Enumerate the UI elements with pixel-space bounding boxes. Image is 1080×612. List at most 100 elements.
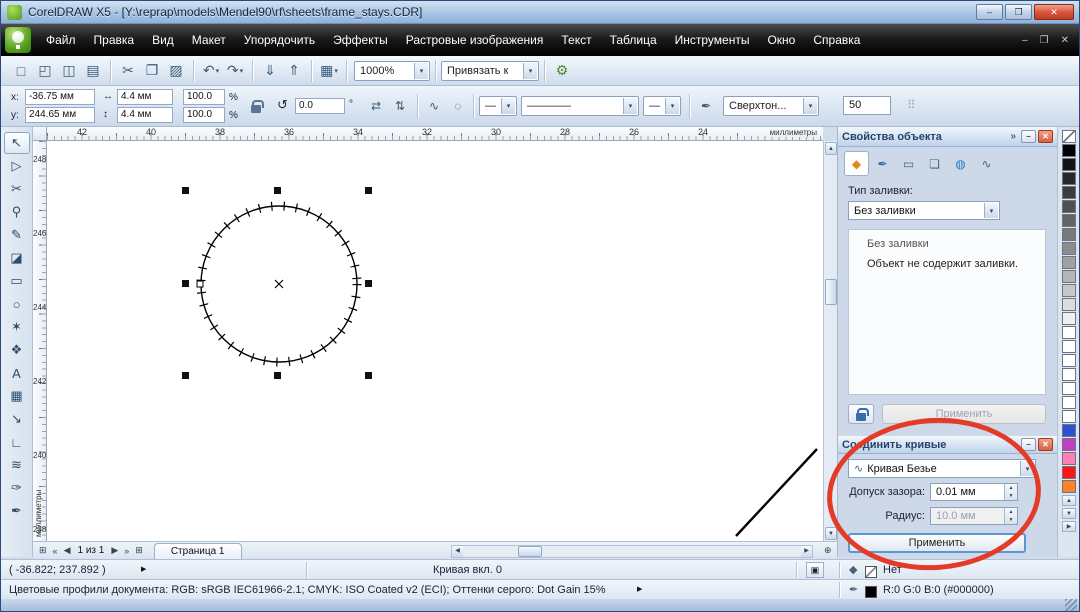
vertical-ruler[interactable]: 248246244242240238 миллиметры (33, 141, 47, 541)
horizontal-scrollbar[interactable]: ◀ ▶ (451, 545, 813, 558)
palette-swatch-11[interactable] (1062, 284, 1076, 297)
palette-swatch-14[interactable] (1062, 326, 1076, 339)
vertical-scrollbar[interactable]: ▲ ▼ (823, 141, 837, 541)
tab-rectangle[interactable]: ▭ (896, 151, 921, 176)
horizontal-scroll-thumb[interactable] (518, 546, 542, 557)
palette-swatch-19[interactable] (1062, 396, 1076, 409)
smart-fill-tool[interactable]: ◪ (4, 247, 30, 269)
x-position-field[interactable]: -36.75 мм (25, 89, 95, 105)
palette-no-color-swatch[interactable] (1062, 130, 1076, 143)
palette-swatch-10[interactable] (1062, 270, 1076, 283)
import-button[interactable]: ⇓ (258, 59, 282, 83)
curve-start-node[interactable] (197, 281, 203, 287)
fill-type-combo[interactable]: Без заливки ▾ (848, 201, 1000, 220)
docker-lock-button[interactable] (848, 404, 874, 424)
menu-item-12[interactable]: Справка (804, 24, 869, 56)
scroll-up-icon[interactable]: ▲ (825, 142, 837, 155)
scale-x-field[interactable]: 100.0 (183, 89, 225, 105)
tab-curve[interactable]: ∿ (974, 151, 999, 176)
export-button[interactable]: ⇑ (282, 59, 306, 83)
scroll-left-icon[interactable]: ◀ (452, 546, 463, 557)
outline-pen-tool[interactable]: ✒ (4, 500, 30, 522)
spin-down-icon[interactable]: ▼ (1005, 516, 1017, 524)
docker-minimize-button[interactable]: – (1021, 130, 1036, 143)
rectangle-tool[interactable]: ▭ (4, 270, 30, 292)
first-page-icon[interactable]: « (53, 546, 58, 556)
palette-swatch-12[interactable] (1062, 298, 1076, 311)
spin-down-icon[interactable]: ▼ (1005, 492, 1017, 500)
doc-close-icon[interactable]: ✕ (1061, 35, 1069, 46)
document-info-button[interactable]: ▣ (806, 562, 824, 578)
doc-minimize-icon[interactable]: – (1022, 35, 1028, 46)
crop-tool[interactable]: ✂ (4, 178, 30, 200)
opacity-value[interactable]: 50 (843, 96, 891, 115)
spinner-arrows[interactable]: ▲▼ (1004, 508, 1017, 524)
next-page-icon[interactable]: ▶ (111, 545, 118, 556)
open-button[interactable]: ◰ (33, 59, 57, 83)
curve-type-combo[interactable]: ∿ Кривая Безье ▾ (848, 459, 1036, 478)
y-position-field[interactable]: 244.65 мм (25, 107, 95, 123)
redo-button[interactable]: ↷▾ (223, 59, 247, 83)
palette-swatch-16[interactable] (1062, 354, 1076, 367)
blend-tool[interactable]: ≋ (4, 454, 30, 476)
arrowhead-start-combo[interactable]: — ▾ (479, 96, 517, 116)
options-button[interactable]: ⚙ (550, 59, 574, 83)
palette-swatch-3[interactable] (1062, 172, 1076, 185)
corel-balloon-icon[interactable] (5, 27, 31, 53)
scale-y-field[interactable]: 100.0 (183, 107, 225, 123)
menu-item-4[interactable]: Макет (183, 24, 235, 56)
maximize-button[interactable]: ❐ (1005, 4, 1032, 20)
lock-ratio-button[interactable] (245, 95, 267, 117)
tab-outline[interactable]: ✒ (870, 151, 895, 176)
docker-expand-icon[interactable]: » (1010, 131, 1016, 142)
object-width-field[interactable]: 4.4 мм (117, 89, 173, 105)
arrowhead-end-combo[interactable]: — ▾ (643, 96, 681, 116)
gap-tolerance-field[interactable]: 0.01 мм ▲▼ (930, 483, 1018, 501)
palette-swatch-2[interactable] (1062, 158, 1076, 171)
add-page-icon[interactable]: ⊞ (135, 545, 143, 556)
vertical-scroll-thumb[interactable] (825, 279, 837, 305)
pick-tool[interactable]: ↖ (4, 132, 30, 154)
mirror-horizontal-button[interactable]: ⇄ (365, 95, 387, 117)
resize-grip[interactable] (1065, 599, 1077, 611)
spinner-arrows[interactable]: ▲▼ (1004, 484, 1017, 500)
print-button[interactable]: ▤ (81, 59, 105, 83)
palette-swatch-21[interactable] (1062, 424, 1076, 437)
palette-swatch-25[interactable] (1062, 480, 1076, 493)
palette-swatch-13[interactable] (1062, 312, 1076, 325)
palette-expand-icon[interactable]: ▶ (1062, 521, 1076, 532)
menu-item-9[interactable]: Таблица (601, 24, 666, 56)
palette-swatch-24[interactable] (1062, 466, 1076, 479)
palette-swatch-7[interactable] (1062, 228, 1076, 241)
dimension-tool[interactable]: ↘ (4, 408, 30, 430)
palette-swatch-15[interactable] (1062, 340, 1076, 353)
previous-page-icon[interactable]: ◀ (64, 545, 71, 556)
new-document-button[interactable]: □ (9, 59, 33, 83)
doc-restore-icon[interactable]: ❐ (1040, 35, 1049, 46)
scroll-down-icon[interactable]: ▼ (825, 527, 837, 540)
connector-tool[interactable]: ∟ (4, 431, 30, 453)
menu-item-8[interactable]: Текст (552, 24, 600, 56)
mirror-vertical-button[interactable]: ⇅ (389, 95, 411, 117)
rotation-angle-field[interactable]: 0.0 (295, 98, 345, 114)
menu-item-3[interactable]: Вид (143, 24, 183, 56)
cut-button[interactable]: ✂ (116, 59, 140, 83)
docker-close-button[interactable]: ✕ (1038, 130, 1053, 143)
palette-swatch-18[interactable] (1062, 382, 1076, 395)
menu-item-6[interactable]: Эффекты (324, 24, 397, 56)
outline-pen-icon[interactable]: ✒ (695, 95, 717, 117)
palette-scroll-down-icon[interactable]: ▼ (1062, 508, 1076, 519)
palette-swatch-17[interactable] (1062, 368, 1076, 381)
flyout-arrow-icon[interactable]: ▶ (141, 560, 146, 580)
ruler-origin-box[interactable] (33, 127, 47, 141)
curve-line-object[interactable] (736, 449, 817, 536)
spin-up-icon[interactable]: ▲ (1005, 484, 1017, 492)
ellipse-tool[interactable]: ○ (4, 293, 30, 315)
palette-swatch-23[interactable] (1062, 452, 1076, 465)
menu-item-1[interactable]: Файл (37, 24, 85, 56)
palette-swatch-22[interactable] (1062, 438, 1076, 451)
palette-swatch-9[interactable] (1062, 256, 1076, 269)
apply-fill-button[interactable]: Применить (882, 404, 1046, 424)
copy-button[interactable]: ❐ (140, 59, 164, 83)
menu-item-7[interactable]: Растровые изображения (397, 24, 553, 56)
